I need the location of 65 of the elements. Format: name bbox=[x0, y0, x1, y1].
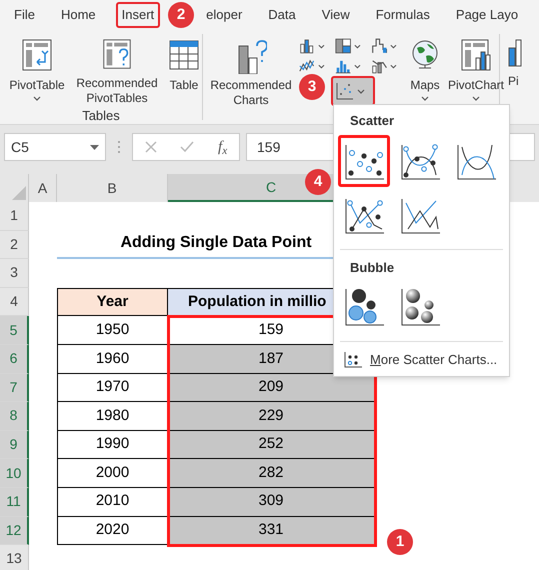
caret-icon bbox=[354, 64, 361, 68]
ribbon-tab[interactable]: Page Layo bbox=[450, 2, 524, 28]
ribbon-tab[interactable]: View bbox=[316, 2, 356, 28]
chart-option[interactable] bbox=[338, 134, 390, 186]
column-header[interactable]: A bbox=[29, 174, 57, 202]
table-cell: 1960 bbox=[57, 344, 168, 374]
table-cell: 1950 bbox=[57, 316, 168, 345]
ribbon-button[interactable]: Pi bbox=[508, 30, 528, 124]
caret-icon bbox=[354, 44, 361, 48]
table-cell: 331 bbox=[168, 516, 375, 546]
column-heading: Year bbox=[57, 288, 168, 316]
ribbon-button[interactable]: Recommended PivotTables bbox=[74, 34, 160, 106]
row-header[interactable]: 9 bbox=[0, 430, 29, 460]
check-icon bbox=[180, 141, 194, 153]
ribbon-button[interactable]: PivotChart bbox=[447, 34, 505, 120]
ribbon-tab[interactable]: eloper bbox=[200, 2, 248, 28]
row-header[interactable]: 5 bbox=[0, 316, 29, 345]
ribbon-tab[interactable]: Home bbox=[54, 2, 102, 28]
row-header[interactable]: 13 bbox=[0, 545, 29, 570]
ribbon-tab[interactable]: Data bbox=[262, 2, 302, 28]
ribbon-button[interactable]: Recommended Charts bbox=[207, 34, 295, 120]
step-badge: 1 bbox=[387, 529, 413, 555]
ribbon-button[interactable]: Maps bbox=[403, 34, 447, 120]
caret-icon bbox=[390, 44, 397, 48]
group-label: Tables bbox=[81, 107, 121, 124]
name-box[interactable]: C5 bbox=[4, 133, 106, 161]
ribbon-button[interactable]: Table bbox=[166, 34, 202, 106]
section-heading: Bubble bbox=[349, 258, 396, 276]
table-cell: 1970 bbox=[57, 374, 168, 402]
row-header[interactable]: 3 bbox=[0, 259, 29, 288]
row-header[interactable]: 6 bbox=[0, 344, 29, 374]
table-cell: 1990 bbox=[57, 430, 168, 460]
row-header[interactable]: 8 bbox=[0, 402, 29, 431]
ribbon-tab[interactable]: Insert bbox=[116, 2, 160, 28]
scatter-icon bbox=[344, 352, 362, 368]
table-cell: 282 bbox=[168, 459, 375, 488]
ribbon-button[interactable]: PivotTable bbox=[6, 34, 68, 106]
row-header[interactable]: 1 bbox=[0, 202, 29, 231]
close-icon bbox=[144, 141, 157, 153]
row-header[interactable]: 11 bbox=[0, 488, 29, 517]
function-button[interactable]: f$_{x}$ bbox=[218, 136, 228, 158]
caret-icon bbox=[318, 64, 325, 68]
section-heading: Scatter bbox=[349, 112, 396, 130]
select-all-icon bbox=[12, 186, 26, 200]
table-cell: 309 bbox=[168, 488, 375, 517]
table-cell: 2010 bbox=[57, 488, 168, 517]
ribbon-tab[interactable]: Formulas bbox=[370, 2, 436, 28]
caret-icon bbox=[90, 144, 99, 150]
row-header[interactable]: 12 bbox=[0, 516, 29, 546]
row-header[interactable]: 10 bbox=[0, 459, 29, 488]
row-header[interactable]: 7 bbox=[0, 374, 29, 402]
caret-icon bbox=[357, 88, 365, 94]
table-cell: 252 bbox=[168, 430, 375, 460]
row-header[interactable]: 2 bbox=[0, 230, 29, 260]
ribbon-tab[interactable]: File bbox=[8, 2, 41, 28]
table-cell: 229 bbox=[168, 402, 375, 431]
caret-icon bbox=[318, 44, 325, 48]
chart-type-button[interactable] bbox=[331, 76, 375, 106]
table-cell: 2000 bbox=[57, 459, 168, 488]
row-header[interactable]: 4 bbox=[0, 288, 29, 316]
table-cell: 2020 bbox=[57, 516, 168, 546]
table-cell: 1980 bbox=[57, 402, 168, 431]
grip-icon bbox=[117, 140, 121, 154]
caret-icon bbox=[390, 64, 397, 68]
table-cell: 209 bbox=[168, 374, 375, 402]
